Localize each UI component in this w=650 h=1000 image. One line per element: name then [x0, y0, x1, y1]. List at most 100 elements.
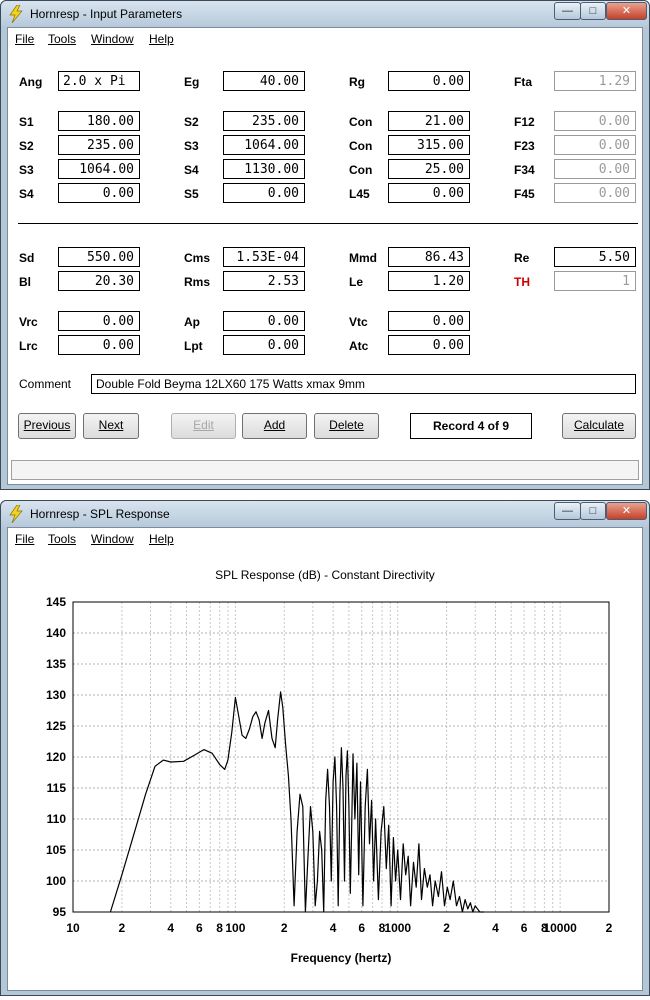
f34-field[interactable]: 0.00: [554, 159, 636, 179]
s4-field[interactable]: 0.00: [58, 183, 140, 203]
add-button[interactable]: Add: [242, 413, 307, 439]
atc-label: Atc: [349, 339, 369, 353]
con3-field[interactable]: 25.00: [388, 159, 470, 179]
sd-field[interactable]: 550.00: [58, 247, 140, 267]
s2-field[interactable]: 235.00: [58, 135, 140, 155]
s2a-label: S2: [184, 115, 199, 129]
close-button[interactable]: ✕: [606, 502, 647, 520]
ang-field[interactable]: 2.0 x Pi: [58, 71, 140, 91]
s5-field[interactable]: 0.00: [223, 183, 305, 203]
y-tick-label: 110: [47, 812, 67, 826]
x-tick-label: 2: [281, 921, 288, 935]
con1-field[interactable]: 21.00: [388, 111, 470, 131]
re-field[interactable]: 5.50: [554, 247, 636, 267]
x-tick-label: 6: [521, 921, 528, 935]
vtc-field[interactable]: 0.00: [388, 311, 470, 331]
l45-field[interactable]: 0.00: [388, 183, 470, 203]
title-bar[interactable]: Hornresp - SPL Response — □ ✕: [1, 501, 649, 527]
divider-line: [18, 223, 638, 224]
menu-tools[interactable]: Tools: [48, 32, 76, 46]
y-tick-label: 120: [46, 750, 66, 764]
y-tick-label: 140: [46, 626, 66, 640]
lrc-label: Lrc: [19, 339, 38, 353]
menu-file[interactable]: File: [15, 32, 34, 46]
x-tick-label: 2: [606, 921, 613, 935]
minimize-button[interactable]: —: [554, 502, 581, 520]
lpt-field[interactable]: 0.00: [223, 335, 305, 355]
window-title: Hornresp - Input Parameters: [30, 7, 183, 21]
ap-field[interactable]: 0.00: [223, 311, 305, 331]
y-tick-label: 105: [46, 843, 66, 857]
s5-label: S5: [184, 187, 199, 201]
s4-label: S4: [19, 187, 34, 201]
x-tick-label: 4: [492, 921, 499, 935]
ap-label: Ap: [184, 315, 200, 329]
con3-label: Con: [349, 163, 373, 177]
y-tick-label: 95: [53, 905, 67, 919]
con2-field[interactable]: 315.00: [388, 135, 470, 155]
status-bar: [11, 460, 639, 480]
vrc-field[interactable]: 0.00: [58, 311, 140, 331]
menu-window[interactable]: Window: [91, 32, 134, 46]
le-field[interactable]: 1.20: [388, 271, 470, 291]
f12-field[interactable]: 0.00: [554, 111, 636, 131]
con2-label: Con: [349, 139, 373, 153]
lightning-icon: [9, 505, 23, 523]
menu-help[interactable]: Help: [149, 32, 174, 46]
maximize-button[interactable]: □: [580, 502, 606, 520]
s3a-label: S3: [184, 139, 199, 153]
rg-field[interactable]: 0.00: [388, 71, 470, 91]
x-tick-label: 8: [216, 921, 223, 935]
x-tick-label: 2: [443, 921, 450, 935]
s3a-field[interactable]: 1064.00: [223, 135, 305, 155]
menu-bar: File Tools Window Help: [8, 28, 642, 50]
spl-client-area: File Tools Window Help SPL Response (dB)…: [7, 527, 643, 991]
edit-button[interactable]: Edit: [171, 413, 236, 439]
atc-field[interactable]: 0.00: [388, 335, 470, 355]
y-tick-label: 125: [46, 719, 66, 733]
x-tick-label: 10000: [543, 921, 577, 935]
x-tick-label: 6: [358, 921, 365, 935]
f12-label: F12: [514, 115, 535, 129]
input-parameters-window: Hornresp - Input Parameters — □ ✕ File T…: [0, 0, 650, 490]
previous-button[interactable]: Previous: [18, 413, 76, 439]
le-label: Le: [349, 275, 364, 289]
f45-field[interactable]: 0.00: [554, 183, 636, 203]
f23-field[interactable]: 0.00: [554, 135, 636, 155]
bl-label: Bl: [19, 275, 31, 289]
minimize-button[interactable]: —: [554, 2, 581, 20]
lrc-field[interactable]: 0.00: [58, 335, 140, 355]
rms-field[interactable]: 2.53: [223, 271, 305, 291]
title-bar[interactable]: Hornresp - Input Parameters — □ ✕: [1, 1, 649, 27]
record-indicator: Record 4 of 9: [410, 413, 532, 439]
re-label: Re: [514, 251, 530, 265]
rg-label: Rg: [349, 75, 365, 89]
y-tick-label: 135: [46, 657, 66, 671]
s3-label: S3: [19, 163, 34, 177]
th-field[interactable]: 1: [554, 271, 636, 291]
s3-field[interactable]: 1064.00: [58, 159, 140, 179]
maximize-button[interactable]: □: [580, 2, 606, 20]
input-client-area: File Tools Window Help Ang 2.0 x Pi Eg 40.0…: [7, 27, 643, 485]
close-button[interactable]: ✕: [606, 2, 647, 20]
sd-label: Sd: [19, 251, 35, 265]
calculate-button[interactable]: Calculate: [562, 413, 636, 439]
s2a-field[interactable]: 235.00: [223, 111, 305, 131]
next-button[interactable]: Next: [83, 413, 139, 439]
x-tick-label: 6: [196, 921, 203, 935]
vtc-label: Vtc: [349, 315, 368, 329]
fta-label: Fta: [514, 75, 532, 89]
cms-field[interactable]: 1.53E-04: [223, 247, 305, 267]
vrc-label: Vrc: [19, 315, 38, 329]
eg-field[interactable]: 40.00: [223, 71, 305, 91]
mmd-field[interactable]: 86.43: [388, 247, 470, 267]
x-tick-label: 10: [66, 921, 80, 935]
x-tick-label: 2: [119, 921, 126, 935]
fta-field[interactable]: 1.29: [554, 71, 636, 91]
con1-label: Con: [349, 115, 373, 129]
comment-field[interactable]: Double Fold Beyma 12LX60 175 Watts xmax …: [91, 374, 636, 394]
delete-button[interactable]: Delete: [314, 413, 379, 439]
s1-field[interactable]: 180.00: [58, 111, 140, 131]
bl-field[interactable]: 20.30: [58, 271, 140, 291]
s4a-field[interactable]: 1130.00: [223, 159, 305, 179]
